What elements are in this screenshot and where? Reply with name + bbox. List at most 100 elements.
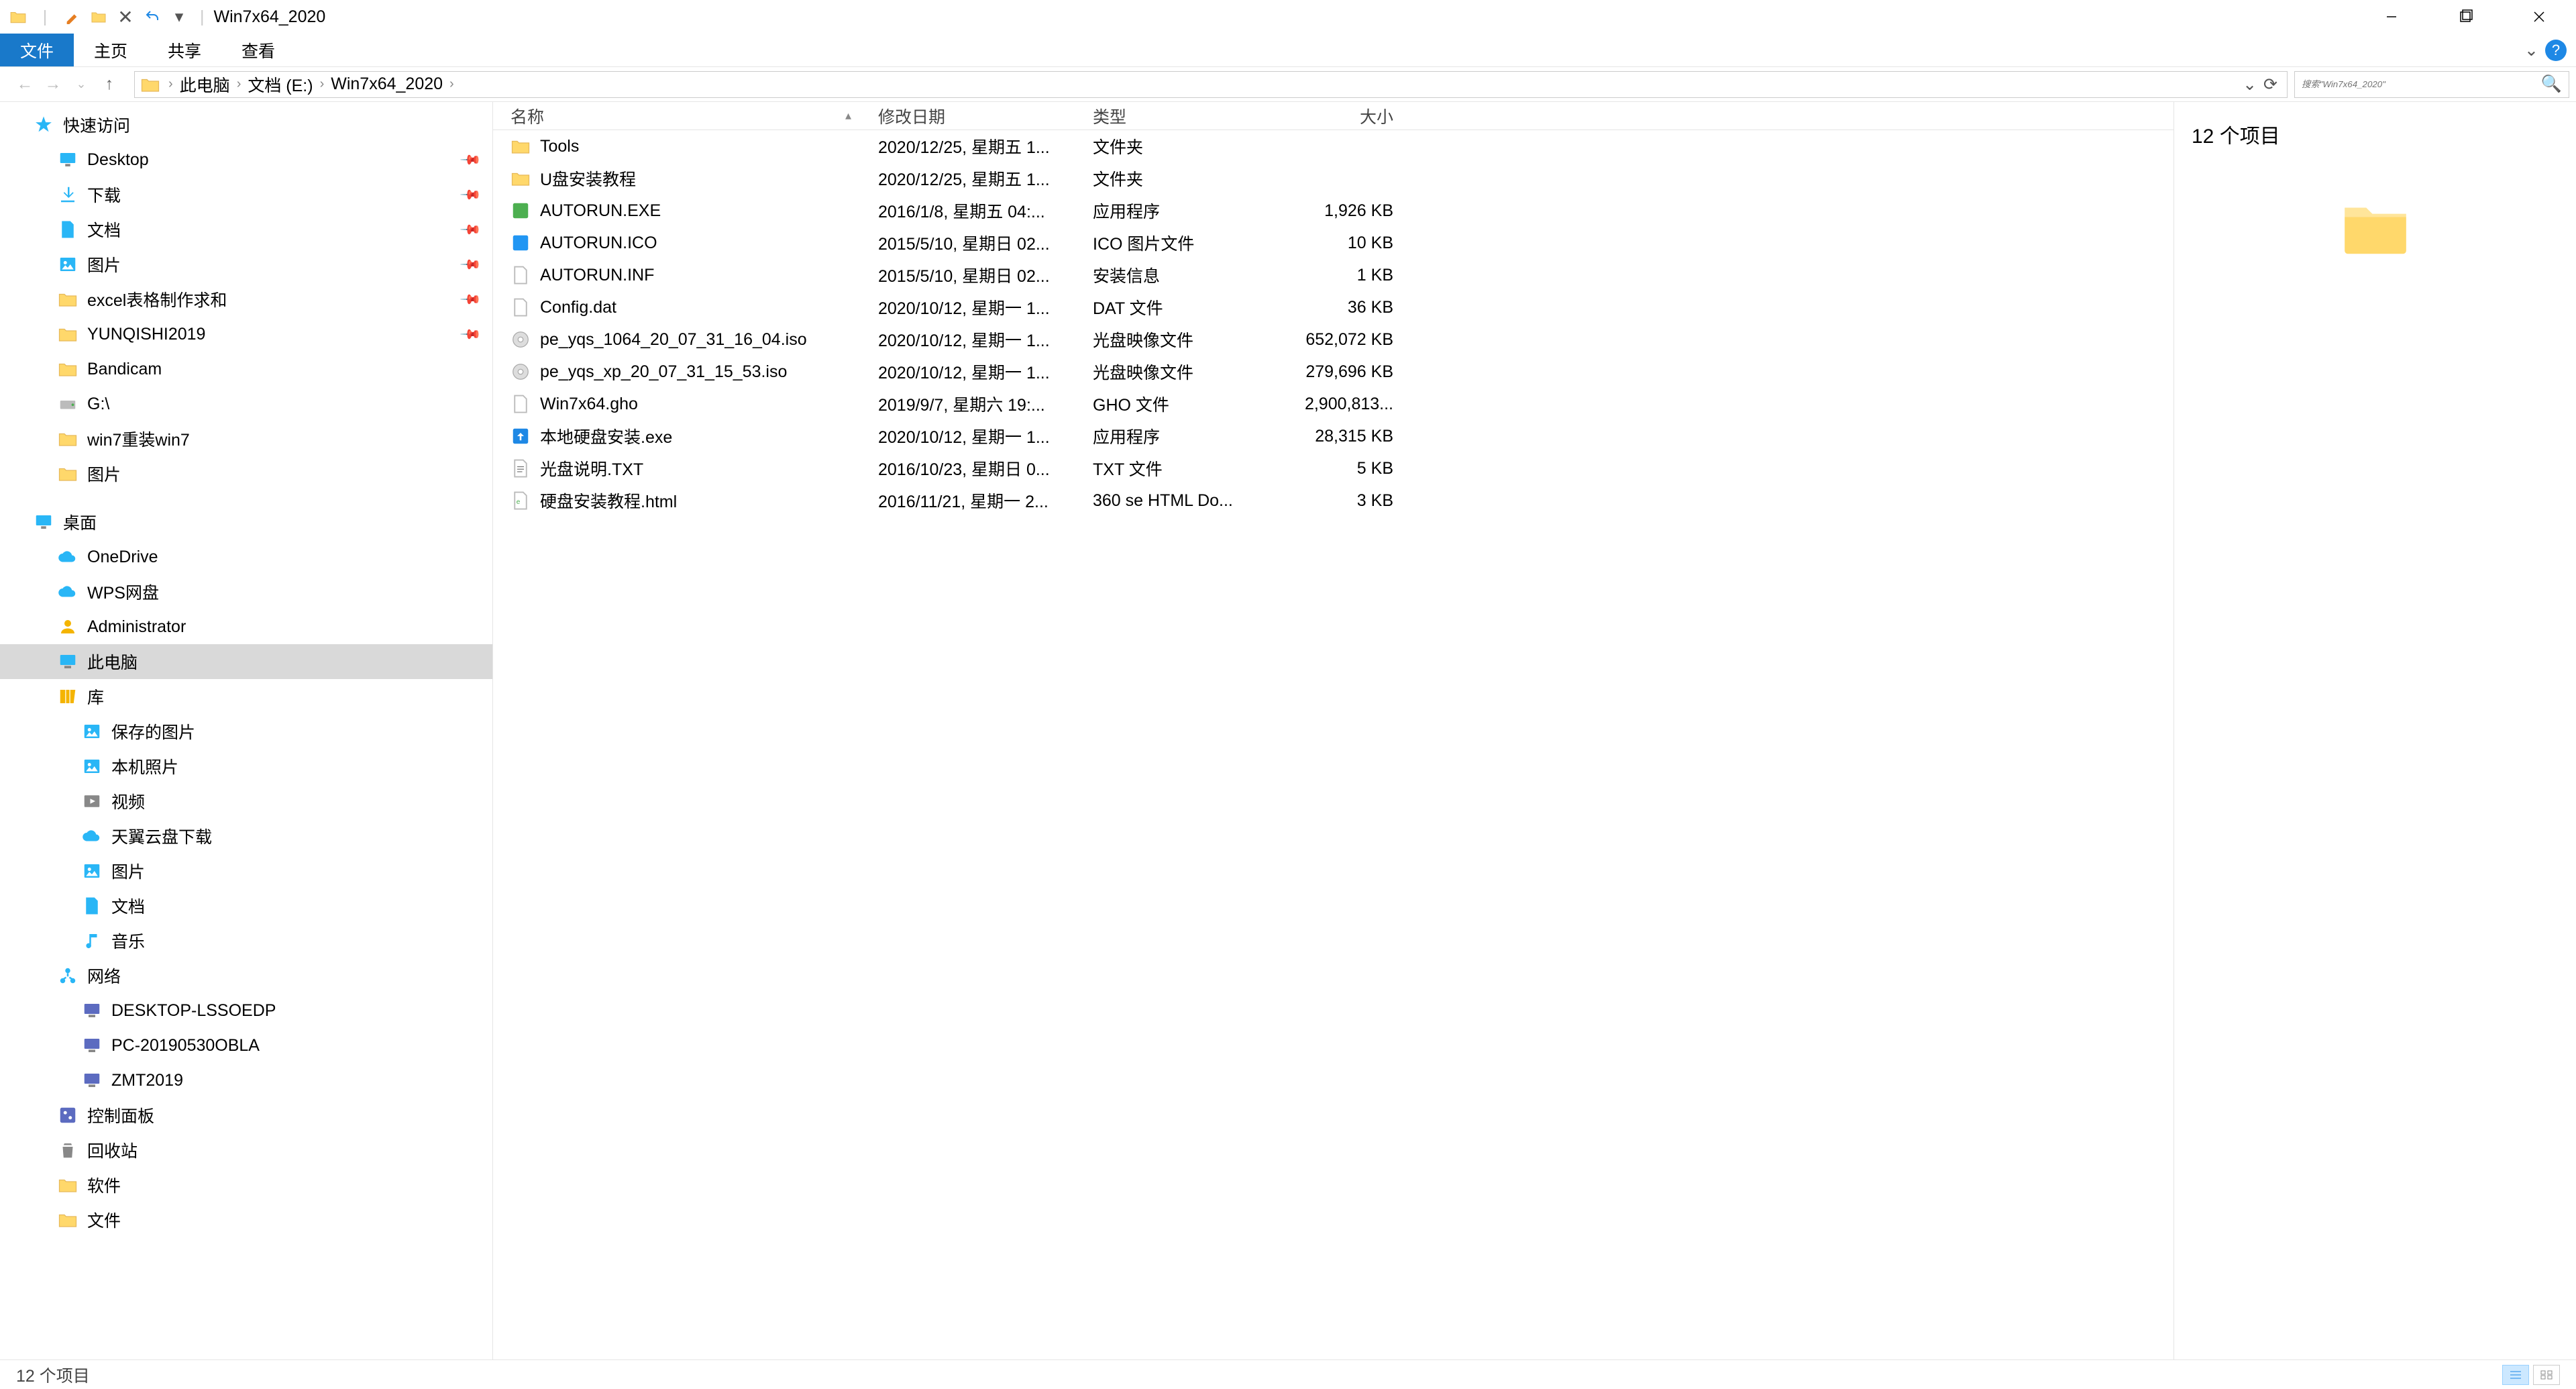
breadcrumb-sep[interactable]: › — [166, 76, 176, 92]
close-button[interactable] — [2502, 0, 2576, 34]
file-row[interactable]: 光盘说明.TXT 2016/10/23, 星期日 0... TXT 文件 5 K… — [493, 452, 2174, 484]
sidebar-item[interactable]: excel表格制作求和📌 — [0, 282, 492, 317]
breadcrumb-item[interactable]: 文档 (E:) — [244, 72, 317, 97]
file-name: Win7x64.gho — [540, 395, 638, 414]
sidebar-item[interactable]: DESKTOP-LSSOEDP — [0, 993, 492, 1028]
search-input[interactable] — [2302, 79, 2541, 89]
sidebar-label: 桌面 — [63, 510, 97, 534]
pin-icon: 📌 — [459, 252, 482, 276]
sidebar-item[interactable]: 视频 — [0, 784, 492, 819]
sidebar-control-panel[interactable]: 控制面板 — [0, 1098, 492, 1133]
sidebar-item[interactable]: YUNQISHI2019📌 — [0, 317, 492, 352]
file-row[interactable]: U盘安装教程 2020/12/25, 星期五 1... 文件夹 — [493, 162, 2174, 195]
ribbon-expand-icon[interactable]: ⌄ — [2524, 40, 2538, 60]
maximize-button[interactable] — [2428, 0, 2502, 34]
sidebar-item[interactable]: G:\ — [0, 387, 492, 421]
file-row[interactable]: 本地硬盘安装.exe 2020/10/12, 星期一 1... 应用程序 28,… — [493, 420, 2174, 452]
sidebar-label: 图片 — [87, 462, 121, 486]
sidebar-item[interactable]: 音乐 — [0, 923, 492, 958]
sidebar-desktop[interactable]: 桌面 — [0, 505, 492, 539]
sidebar-item[interactable]: PC-20190530OBLA — [0, 1028, 492, 1063]
sidebar-item[interactable]: Bandicam — [0, 352, 492, 387]
file-row[interactable]: Tools 2020/12/25, 星期五 1... 文件夹 — [493, 130, 2174, 162]
file-row[interactable]: AUTORUN.ICO 2015/5/10, 星期日 02... ICO 图片文… — [493, 227, 2174, 259]
qat-dropdown-icon[interactable]: ▾ — [168, 5, 191, 28]
forward-button[interactable]: → — [40, 72, 66, 97]
sidebar-item[interactable]: 文档 — [0, 888, 492, 923]
sidebar-item[interactable]: win7重装win7 — [0, 421, 492, 456]
file-modified: 2020/10/12, 星期一 1... — [878, 295, 1093, 319]
sidebar-label: win7重装win7 — [87, 427, 190, 451]
file-size: 36 KB — [1273, 298, 1413, 317]
address-bar[interactable]: › 此电脑› 文档 (E:)› Win7x64_2020› ⌄ ⟳ — [134, 71, 2288, 98]
sidebar-item[interactable]: 此电脑 — [0, 644, 492, 679]
file-row[interactable]: Win7x64.gho 2019/9/7, 星期六 19:... GHO 文件 … — [493, 388, 2174, 420]
col-modified[interactable]: 修改日期 — [878, 104, 1093, 128]
file-type: TXT 文件 — [1093, 456, 1273, 480]
breadcrumb-sep[interactable]: › — [317, 76, 327, 92]
ribbon-tab-share[interactable]: 共享 — [148, 34, 221, 66]
sidebar-item[interactable]: 图片 — [0, 854, 492, 888]
sidebar-label: G:\ — [87, 395, 109, 414]
breadcrumb-item[interactable]: Win7x64_2020 — [327, 74, 447, 94]
file-row[interactable]: pe_yqs_xp_20_07_31_15_53.iso 2020/10/12,… — [493, 356, 2174, 388]
breadcrumb-item[interactable]: 此电脑 — [176, 72, 234, 97]
search-box[interactable]: 🔍 — [2294, 71, 2569, 98]
delete-icon[interactable]: ✕ — [114, 5, 137, 28]
breadcrumb-sep[interactable]: › — [234, 76, 244, 92]
sidebar-quick-access[interactable]: 快速访问 — [0, 107, 492, 142]
navigation-pane[interactable]: 快速访问 Desktop📌下载📌文档📌图片📌excel表格制作求和📌YUNQIS… — [0, 102, 493, 1359]
sidebar-item[interactable]: 下载📌 — [0, 177, 492, 212]
window-title: Win7x64_2020 — [214, 7, 326, 27]
sidebar-item[interactable]: 图片📌 — [0, 247, 492, 282]
sidebar-item[interactable]: 本机照片 — [0, 749, 492, 784]
file-modified: 2016/1/8, 星期五 04:... — [878, 199, 1093, 223]
sidebar-software[interactable]: 软件 — [0, 1168, 492, 1202]
sidebar-item[interactable]: Desktop📌 — [0, 142, 492, 177]
undo-icon[interactable] — [141, 5, 164, 28]
back-button[interactable]: ← — [12, 72, 38, 97]
sidebar-item[interactable]: 图片 — [0, 456, 492, 491]
breadcrumb-sep[interactable]: › — [447, 76, 457, 92]
up-button[interactable]: ↑ — [97, 72, 122, 97]
ribbon-tab-view[interactable]: 查看 — [221, 34, 295, 66]
file-list[interactable]: 名称▴ 修改日期 类型 大小 Tools 2020/12/25, 星期五 1..… — [493, 102, 2174, 1359]
file-modified: 2020/10/12, 星期一 1... — [878, 327, 1093, 352]
recent-locations-button[interactable]: ⌄ — [68, 72, 94, 97]
file-size: 1 KB — [1273, 266, 1413, 285]
col-type[interactable]: 类型 — [1093, 104, 1273, 128]
folder-icon — [58, 1175, 78, 1195]
sidebar-item[interactable]: 保存的图片 — [0, 714, 492, 749]
search-icon[interactable]: 🔍 — [2541, 74, 2562, 94]
folder-icon — [511, 168, 531, 189]
sidebar-item[interactable]: 文档📌 — [0, 212, 492, 247]
sidebar-item[interactable]: 天翼云盘下载 — [0, 819, 492, 854]
properties-icon[interactable] — [60, 5, 83, 28]
refresh-icon[interactable]: ⟳ — [2263, 74, 2277, 95]
file-name: 本地硬盘安装.exe — [540, 424, 672, 448]
help-icon[interactable]: ? — [2545, 40, 2567, 61]
file-row[interactable]: 硬盘安装教程.html 2016/11/21, 星期一 2... 360 se … — [493, 484, 2174, 517]
col-size[interactable]: 大小 — [1273, 104, 1413, 128]
view-icons-button[interactable] — [2533, 1365, 2560, 1385]
sidebar-item[interactable]: WPS网盘 — [0, 574, 492, 609]
sidebar-item[interactable]: Administrator — [0, 609, 492, 644]
new-folder-icon[interactable] — [87, 5, 110, 28]
file-row[interactable]: AUTORUN.EXE 2016/1/8, 星期五 04:... 应用程序 1,… — [493, 195, 2174, 227]
sidebar-files[interactable]: 文件 — [0, 1202, 492, 1237]
sidebar-item[interactable]: ZMT2019 — [0, 1063, 492, 1098]
sidebar-recycle-bin[interactable]: 回收站 — [0, 1133, 492, 1168]
file-row[interactable]: pe_yqs_1064_20_07_31_16_04.iso 2020/10/1… — [493, 323, 2174, 356]
file-row[interactable]: Config.dat 2020/10/12, 星期一 1... DAT 文件 3… — [493, 291, 2174, 323]
file-row[interactable]: AUTORUN.INF 2015/5/10, 星期日 02... 安装信息 1 … — [493, 259, 2174, 291]
minimize-button[interactable] — [2355, 0, 2428, 34]
addr-dropdown-icon[interactable]: ⌄ — [2243, 74, 2257, 95]
file-modified: 2016/11/21, 星期一 2... — [878, 488, 1093, 513]
ribbon-tab-home[interactable]: 主页 — [74, 34, 148, 66]
sidebar-item[interactable]: OneDrive — [0, 539, 492, 574]
ribbon-tab-file[interactable]: 文件 — [0, 34, 74, 66]
sidebar-network[interactable]: 网络 — [0, 958, 492, 993]
sidebar-item[interactable]: 库 — [0, 679, 492, 714]
thispc-icon — [58, 652, 78, 672]
view-details-button[interactable] — [2502, 1365, 2529, 1385]
